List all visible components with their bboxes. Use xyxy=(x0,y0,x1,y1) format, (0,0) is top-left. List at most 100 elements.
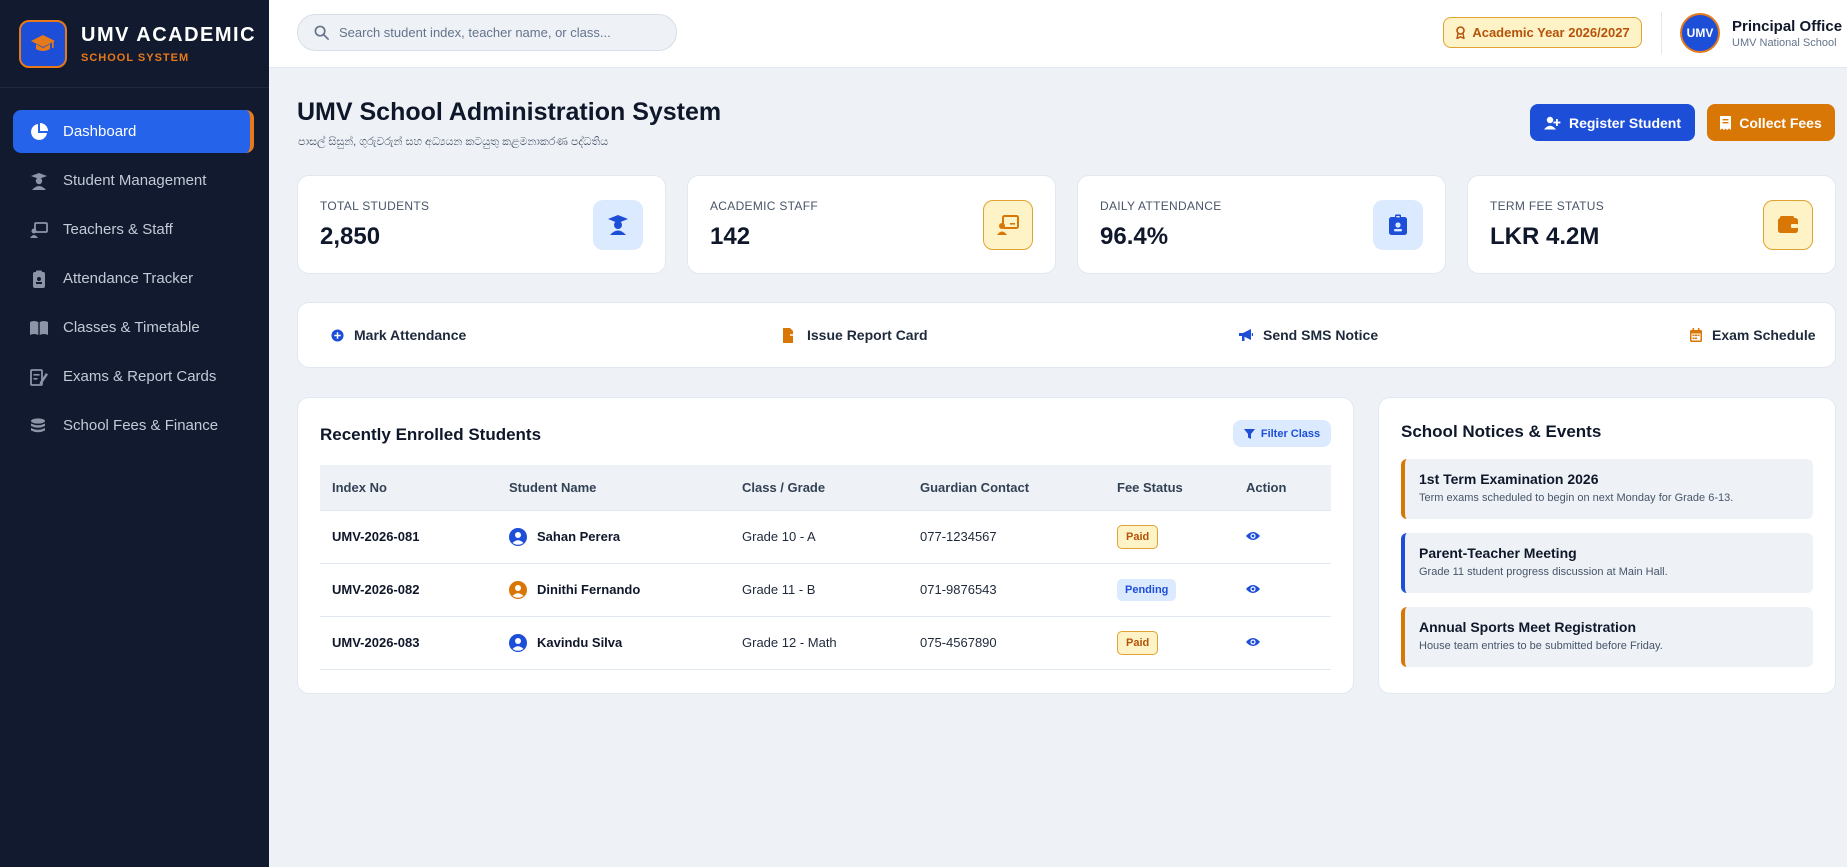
avatar: UMV xyxy=(1680,13,1720,53)
user-profile[interactable]: UMV Principal Office UMV National School xyxy=(1680,13,1842,53)
search-input[interactable] xyxy=(339,25,659,40)
table-row: UMV-2026-083 Kavindu Silva Grade 12 - Ma… xyxy=(320,616,1331,670)
sidebar-item-label: Exams & Report Cards xyxy=(63,368,217,385)
student-name-cell: Dinithi Fernando xyxy=(509,580,730,599)
notice-title: 1st Term Examination 2026 xyxy=(1419,471,1599,487)
fee-status-badge: Pending xyxy=(1117,578,1177,601)
coins-icon xyxy=(31,417,45,432)
quick-actions-bar: Mark Attendance Issue Report Card Send S… xyxy=(297,302,1836,368)
notices-panel: School Notices & Events 1st Term Examina… xyxy=(1378,397,1836,694)
filter-icon xyxy=(1243,428,1255,439)
panel-title: School Notices & Events xyxy=(1401,422,1602,441)
issue-report-card-action[interactable]: Issue Report Card xyxy=(782,327,928,343)
mark-attendance-action[interactable]: Mark Attendance xyxy=(331,327,466,343)
search-bar xyxy=(297,14,677,51)
collect-fees-label: Collect Fees xyxy=(1739,114,1822,131)
academic-year-badge[interactable]: Academic Year 2026/2027 xyxy=(1443,17,1642,48)
notice-title: Annual Sports Meet Registration xyxy=(1419,619,1637,635)
clipboard-icon xyxy=(33,270,45,288)
column-header: Class / Grade xyxy=(730,465,908,511)
quick-action-label: Send SMS Notice xyxy=(1263,327,1379,343)
view-eye-icon[interactable] xyxy=(1246,637,1260,647)
profile-name: Principal Office xyxy=(1732,17,1843,35)
search-icon xyxy=(314,25,329,40)
student-icon xyxy=(31,172,47,190)
calendar-icon xyxy=(1690,328,1702,342)
stat-card-daily-attendance: DAILY ATTENDANCE 96.4% xyxy=(1077,175,1446,274)
quick-action-label: Issue Report Card xyxy=(807,327,928,343)
graduation-cap-icon xyxy=(19,19,67,68)
award-icon xyxy=(1456,26,1466,39)
sidebar-item-student-management[interactable]: Student Management xyxy=(13,159,254,202)
book-open-icon xyxy=(30,320,48,335)
grade-cell: Grade 12 - Math xyxy=(730,616,908,670)
notice-desc: House team entries to be submitted befor… xyxy=(1419,640,1663,652)
send-sms-notice-action[interactable]: Send SMS Notice xyxy=(1239,327,1378,343)
students-table: Index No Student Name Class / Grade Guar… xyxy=(320,465,1331,670)
stat-card-academic-staff: ACADEMIC STAFF 142 xyxy=(687,175,1056,274)
sidebar-item-attendance-tracker[interactable]: Attendance Tracker xyxy=(13,257,254,300)
index-cell: UMV-2026-083 xyxy=(320,616,497,670)
column-header: Action xyxy=(1234,465,1331,511)
register-student-label: Register Student xyxy=(1568,114,1681,131)
table-header-row: Index No Student Name Class / Grade Guar… xyxy=(320,465,1331,511)
notice-item[interactable]: Annual Sports Meet Registration House te… xyxy=(1401,607,1813,667)
user-circle-icon xyxy=(509,633,527,652)
register-student-button[interactable]: Register Student xyxy=(1530,104,1695,141)
table-row: UMV-2026-081 Sahan Perera Grade 10 - A 0… xyxy=(320,510,1331,564)
top-header: Academic Year 2026/2027 UMV Principal Of… xyxy=(269,0,1847,68)
column-header: Guardian Contact xyxy=(908,465,1105,511)
notice-title: Parent-Teacher Meeting xyxy=(1419,545,1577,561)
header-divider xyxy=(1661,12,1662,54)
sidebar-nav: Dashboard Student Management Teachers & … xyxy=(0,88,269,447)
contact-cell: 075-4567890 xyxy=(908,616,1105,670)
collect-fees-button[interactable]: Collect Fees xyxy=(1707,104,1835,141)
stat-value: 2,850 xyxy=(320,223,381,250)
stat-label: ACADEMIC STAFF xyxy=(710,199,818,213)
user-circle-icon xyxy=(509,527,527,546)
megaphone-icon xyxy=(1239,328,1253,341)
academic-year-label: Academic Year 2026/2027 xyxy=(1472,25,1630,40)
notice-item[interactable]: Parent-Teacher Meeting Grade 11 student … xyxy=(1401,533,1813,593)
index-cell: UMV-2026-081 xyxy=(320,510,497,564)
receipt-icon xyxy=(1720,115,1732,130)
sidebar-item-teachers-staff[interactable]: Teachers & Staff xyxy=(13,208,254,251)
sidebar-item-label: Teachers & Staff xyxy=(63,221,173,238)
notice-item[interactable]: 1st Term Examination 2026 Term exams sch… xyxy=(1401,459,1813,519)
notice-desc: Grade 11 student progress discussion at … xyxy=(1419,566,1668,578)
notice-desc: Term exams scheduled to begin on next Mo… xyxy=(1419,492,1734,504)
teacher-board-icon xyxy=(983,200,1033,250)
user-circle-icon xyxy=(509,580,527,599)
page-subtitle: පාසල් සිසුන්, ගුරුවරුන් සහ අධ්‍යයන කටයුත… xyxy=(298,136,609,148)
wallet-icon xyxy=(1763,200,1813,250)
student-name: Kavindu Silva xyxy=(537,635,623,650)
view-eye-icon[interactable] xyxy=(1246,531,1260,541)
filter-class-button[interactable]: Filter Class xyxy=(1233,420,1331,447)
id-badge-icon xyxy=(1373,200,1423,250)
sidebar-item-classes-timetable[interactable]: Classes & Timetable xyxy=(13,306,254,349)
stat-label: TERM FEE STATUS xyxy=(1490,199,1605,213)
student-name: Sahan Perera xyxy=(537,529,621,544)
sidebar-item-label: Dashboard xyxy=(63,123,137,140)
brand: UMV ACADEMIC SCHOOL SYSTEM xyxy=(0,0,269,88)
view-eye-icon[interactable] xyxy=(1246,584,1260,594)
sidebar-item-label: School Fees & Finance xyxy=(63,417,219,434)
student-name-cell: Kavindu Silva xyxy=(509,633,730,652)
filter-class-label: Filter Class xyxy=(1260,427,1321,440)
exam-schedule-action[interactable]: Exam Schedule xyxy=(1690,327,1816,343)
teacher-board-icon xyxy=(30,221,48,238)
sidebar-item-label: Student Management xyxy=(63,172,207,189)
sidebar-item-school-fees-finance[interactable]: School Fees & Finance xyxy=(13,404,254,447)
file-export-icon xyxy=(783,327,797,343)
pie-chart-icon xyxy=(31,122,48,140)
sidebar-item-dashboard[interactable]: Dashboard xyxy=(13,110,254,153)
sidebar: UMV ACADEMIC SCHOOL SYSTEM Dashboard Stu… xyxy=(0,0,269,867)
sidebar-item-exams-report-cards[interactable]: Exams & Report Cards xyxy=(13,355,254,398)
user-plus-icon xyxy=(1543,116,1561,129)
brand-title: UMV ACADEMIC xyxy=(81,23,257,46)
column-header: Index No xyxy=(320,465,497,511)
brand-subtitle: SCHOOL SYSTEM xyxy=(81,51,190,64)
column-header: Student Name xyxy=(497,465,730,511)
profile-school: UMV National School xyxy=(1732,36,1837,49)
stat-card-term-fee-status: TERM FEE STATUS LKR 4.2M xyxy=(1467,175,1836,274)
